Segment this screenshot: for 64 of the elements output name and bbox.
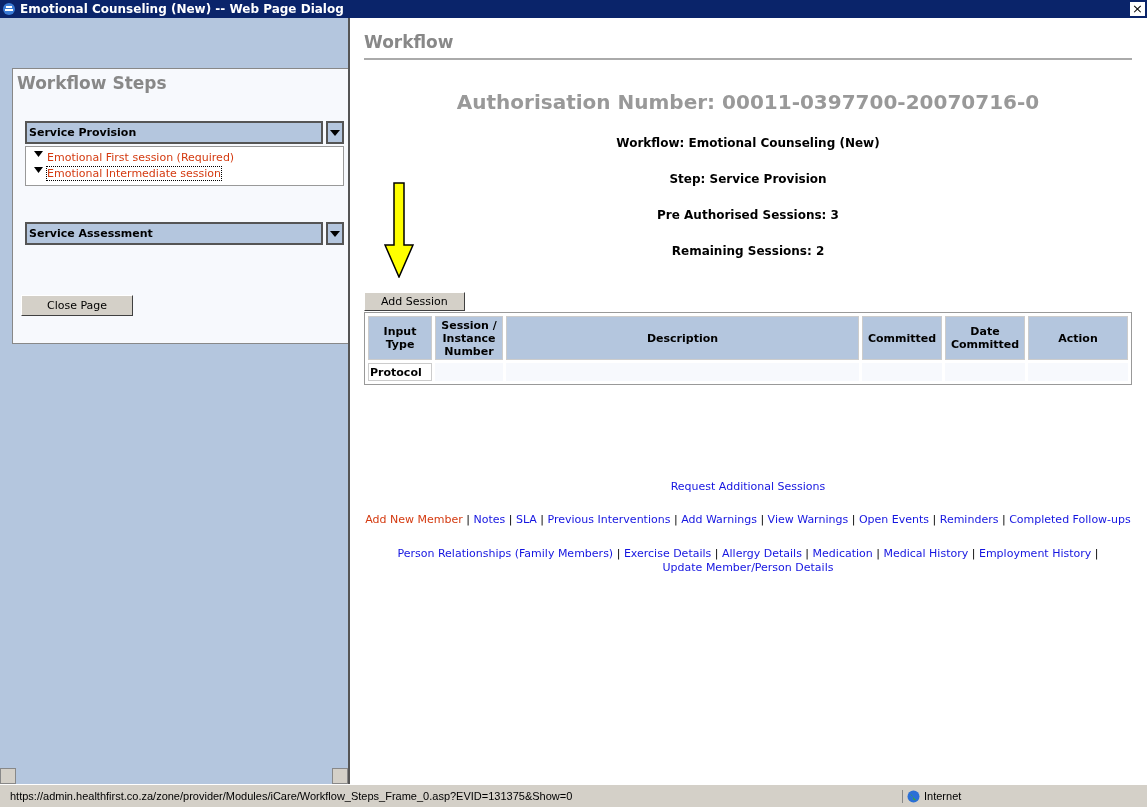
info-line: Pre Authorised Sessions: 3 <box>656 208 840 222</box>
zone-label: Internet <box>924 790 962 802</box>
close-button[interactable]: × <box>1130 2 1145 16</box>
triangle-icon <box>34 151 43 157</box>
globe-icon <box>907 789 920 803</box>
link-separator: | <box>760 513 765 526</box>
add-session-button[interactable]: Add Session <box>364 292 465 311</box>
link-separator: | <box>540 513 545 526</box>
nav-link[interactable]: View Warnings <box>767 513 849 526</box>
nav-link[interactable]: Medical History <box>883 547 969 560</box>
column-header: Input Type <box>368 316 432 360</box>
link-separator: | <box>616 547 621 560</box>
link-separator: | <box>932 513 937 526</box>
nav-link[interactable]: Notes <box>473 513 506 526</box>
info-line: Workflow: Emotional Counseling (New) <box>615 136 881 150</box>
group-header[interactable]: Service Assessment <box>25 222 323 245</box>
nav-link[interactable]: Medication <box>812 547 873 560</box>
info-line: Remaining Sessions: 2 <box>670 244 826 258</box>
nav-link[interactable]: Add Warnings <box>681 513 757 526</box>
link-separator: | <box>1094 547 1099 560</box>
triangle-icon <box>34 167 43 173</box>
request-link[interactable]: Request Additional Sessions <box>670 480 826 493</box>
authorisation-number: Authorisation Number: 00011-0397700-20070716-0 <box>455 90 1041 114</box>
table-cell: Protocol <box>368 363 432 381</box>
step-link[interactable]: Emotional Intermediate session <box>47 167 221 180</box>
nav-link[interactable]: Allergy Details <box>722 547 802 560</box>
caret-icon <box>330 230 340 237</box>
dropdown-button[interactable] <box>326 222 344 245</box>
column-header: Date Committed <box>945 316 1025 360</box>
info-line: Step: Service Provision <box>668 172 828 186</box>
panel-title: Workflow Steps <box>17 73 168 93</box>
nav-link[interactable]: Reminders <box>939 513 999 526</box>
nav-link[interactable]: Exercise Details <box>623 547 712 560</box>
window-title: Emotional Counseling (New) -- Web Page Dialog <box>20 2 345 16</box>
dropdown-button[interactable] <box>326 121 344 144</box>
link-separator: | <box>508 513 513 526</box>
nav-link[interactable]: Open Events <box>858 513 929 526</box>
status-url: https://admin.healthfirst.co.za/zone/provider/Modules/iCare/Workflow_Steps_Frame_0.asp?EVID=131375&Show=0 <box>9 790 574 802</box>
column-header: Action <box>1028 316 1128 360</box>
link-separator: | <box>851 513 856 526</box>
nav-link[interactable]: Previous Interventions <box>547 513 671 526</box>
nav-link[interactable]: Completed Follow-ups <box>1009 513 1131 526</box>
scrollbar[interactable] <box>0 768 348 784</box>
nav-link[interactable]: Add New Member <box>365 513 463 526</box>
nav-link[interactable]: Person Relationships (Family Members) <box>397 547 614 560</box>
nav-link[interactable]: SLA <box>515 513 537 526</box>
group-header[interactable]: Service Provision <box>25 121 323 144</box>
link-separator: | <box>466 513 470 526</box>
link-separator: | <box>673 513 678 526</box>
step-link[interactable]: Emotional First session (Required) <box>47 151 235 164</box>
link-separator: | <box>876 547 880 560</box>
link-separator: | <box>714 547 719 560</box>
caret-icon <box>330 129 340 136</box>
link-separator: | <box>805 547 810 560</box>
link-separator: | <box>1001 513 1006 526</box>
column-header: Session / Instance Number <box>435 316 503 360</box>
close-page-button[interactable]: Close Page <box>21 295 133 316</box>
column-header: Committed <box>862 316 942 360</box>
page-title: Workflow <box>364 18 1132 60</box>
nav-link[interactable]: Employment History <box>978 547 1092 560</box>
link-separator: | <box>971 547 976 560</box>
browser-icon <box>2 2 16 16</box>
column-header: Description <box>506 316 859 360</box>
nav-link[interactable]: Update Member/Person Details <box>662 561 834 574</box>
